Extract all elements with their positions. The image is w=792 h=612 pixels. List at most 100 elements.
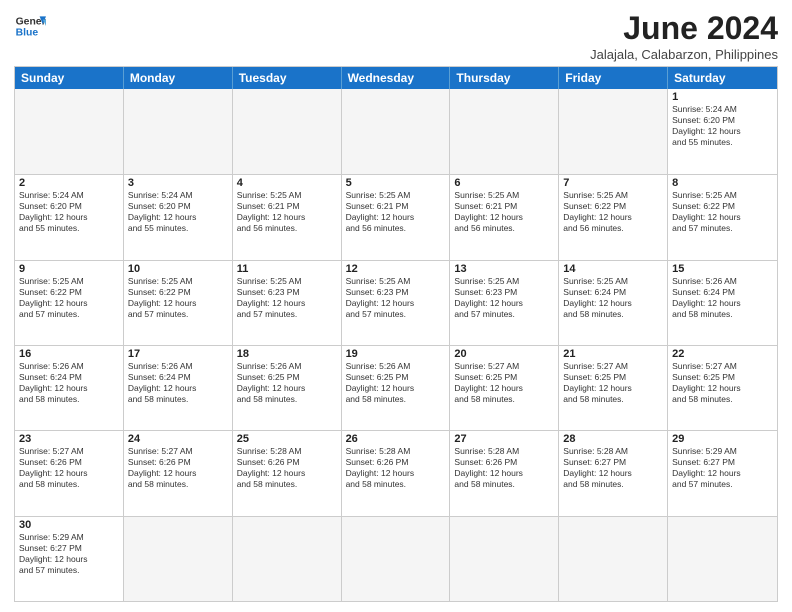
day-cell: 23Sunrise: 5:27 AM Sunset: 6:26 PM Dayli… xyxy=(15,431,124,515)
day-cell: 16Sunrise: 5:26 AM Sunset: 6:24 PM Dayli… xyxy=(15,346,124,430)
day-number: 18 xyxy=(237,348,337,360)
day-cell xyxy=(233,517,342,601)
day-cell: 15Sunrise: 5:26 AM Sunset: 6:24 PM Dayli… xyxy=(668,261,777,345)
day-number: 9 xyxy=(19,263,119,275)
day-info: Sunrise: 5:25 AM Sunset: 6:23 PM Dayligh… xyxy=(346,276,446,320)
calendar: SundayMondayTuesdayWednesdayThursdayFrid… xyxy=(14,66,778,602)
day-info: Sunrise: 5:26 AM Sunset: 6:25 PM Dayligh… xyxy=(346,361,446,405)
header: General Blue June 2024 Jalajala, Calabar… xyxy=(14,10,778,62)
day-cell: 19Sunrise: 5:26 AM Sunset: 6:25 PM Dayli… xyxy=(342,346,451,430)
day-info: Sunrise: 5:25 AM Sunset: 6:24 PM Dayligh… xyxy=(563,276,663,320)
day-number: 12 xyxy=(346,263,446,275)
day-info: Sunrise: 5:24 AM Sunset: 6:20 PM Dayligh… xyxy=(128,190,228,234)
day-header-monday: Monday xyxy=(124,67,233,89)
title-block: June 2024 Jalajala, Calabarzon, Philippi… xyxy=(590,10,778,62)
day-header-thursday: Thursday xyxy=(450,67,559,89)
day-info: Sunrise: 5:25 AM Sunset: 6:23 PM Dayligh… xyxy=(237,276,337,320)
day-cell: 14Sunrise: 5:25 AM Sunset: 6:24 PM Dayli… xyxy=(559,261,668,345)
day-info: Sunrise: 5:28 AM Sunset: 6:26 PM Dayligh… xyxy=(346,446,446,490)
day-header-friday: Friday xyxy=(559,67,668,89)
day-info: Sunrise: 5:25 AM Sunset: 6:22 PM Dayligh… xyxy=(672,190,773,234)
day-number: 2 xyxy=(19,177,119,189)
day-info: Sunrise: 5:28 AM Sunset: 6:27 PM Dayligh… xyxy=(563,446,663,490)
day-number: 6 xyxy=(454,177,554,189)
day-header-saturday: Saturday xyxy=(668,67,777,89)
day-number: 10 xyxy=(128,263,228,275)
day-number: 3 xyxy=(128,177,228,189)
day-headers: SundayMondayTuesdayWednesdayThursdayFrid… xyxy=(15,67,777,89)
day-info: Sunrise: 5:27 AM Sunset: 6:25 PM Dayligh… xyxy=(563,361,663,405)
day-number: 17 xyxy=(128,348,228,360)
day-cell: 6Sunrise: 5:25 AM Sunset: 6:21 PM Daylig… xyxy=(450,175,559,259)
week-row: 9Sunrise: 5:25 AM Sunset: 6:22 PM Daylig… xyxy=(15,260,777,345)
day-cell: 3Sunrise: 5:24 AM Sunset: 6:20 PM Daylig… xyxy=(124,175,233,259)
day-number: 25 xyxy=(237,433,337,445)
logo: General Blue xyxy=(14,10,46,42)
day-number: 28 xyxy=(563,433,663,445)
day-cell: 27Sunrise: 5:28 AM Sunset: 6:26 PM Dayli… xyxy=(450,431,559,515)
day-info: Sunrise: 5:26 AM Sunset: 6:25 PM Dayligh… xyxy=(237,361,337,405)
day-info: Sunrise: 5:25 AM Sunset: 6:22 PM Dayligh… xyxy=(19,276,119,320)
day-info: Sunrise: 5:25 AM Sunset: 6:21 PM Dayligh… xyxy=(346,190,446,234)
day-cell: 24Sunrise: 5:27 AM Sunset: 6:26 PM Dayli… xyxy=(124,431,233,515)
day-cell: 20Sunrise: 5:27 AM Sunset: 6:25 PM Dayli… xyxy=(450,346,559,430)
day-number: 13 xyxy=(454,263,554,275)
day-cell: 11Sunrise: 5:25 AM Sunset: 6:23 PM Dayli… xyxy=(233,261,342,345)
day-cell: 29Sunrise: 5:29 AM Sunset: 6:27 PM Dayli… xyxy=(668,431,777,515)
page: General Blue June 2024 Jalajala, Calabar… xyxy=(0,0,792,612)
day-cell xyxy=(668,517,777,601)
day-number: 27 xyxy=(454,433,554,445)
day-cell: 17Sunrise: 5:26 AM Sunset: 6:24 PM Dayli… xyxy=(124,346,233,430)
day-number: 26 xyxy=(346,433,446,445)
day-cell: 21Sunrise: 5:27 AM Sunset: 6:25 PM Dayli… xyxy=(559,346,668,430)
day-cell xyxy=(342,89,451,174)
svg-text:Blue: Blue xyxy=(16,28,39,39)
day-cell: 18Sunrise: 5:26 AM Sunset: 6:25 PM Dayli… xyxy=(233,346,342,430)
day-number: 5 xyxy=(346,177,446,189)
day-info: Sunrise: 5:26 AM Sunset: 6:24 PM Dayligh… xyxy=(19,361,119,405)
day-cell: 28Sunrise: 5:28 AM Sunset: 6:27 PM Dayli… xyxy=(559,431,668,515)
day-number: 15 xyxy=(672,263,773,275)
subtitle: Jalajala, Calabarzon, Philippines xyxy=(590,47,778,62)
day-number: 20 xyxy=(454,348,554,360)
day-info: Sunrise: 5:27 AM Sunset: 6:26 PM Dayligh… xyxy=(128,446,228,490)
day-cell: 10Sunrise: 5:25 AM Sunset: 6:22 PM Dayli… xyxy=(124,261,233,345)
day-cell xyxy=(233,89,342,174)
day-cell xyxy=(124,89,233,174)
day-info: Sunrise: 5:25 AM Sunset: 6:22 PM Dayligh… xyxy=(128,276,228,320)
day-header-sunday: Sunday xyxy=(15,67,124,89)
day-info: Sunrise: 5:26 AM Sunset: 6:24 PM Dayligh… xyxy=(672,276,773,320)
day-info: Sunrise: 5:24 AM Sunset: 6:20 PM Dayligh… xyxy=(672,104,773,148)
week-row: 30Sunrise: 5:29 AM Sunset: 6:27 PM Dayli… xyxy=(15,516,777,601)
day-header-tuesday: Tuesday xyxy=(233,67,342,89)
day-cell: 5Sunrise: 5:25 AM Sunset: 6:21 PM Daylig… xyxy=(342,175,451,259)
day-cell: 1Sunrise: 5:24 AM Sunset: 6:20 PM Daylig… xyxy=(668,89,777,174)
day-cell: 22Sunrise: 5:27 AM Sunset: 6:25 PM Dayli… xyxy=(668,346,777,430)
day-info: Sunrise: 5:29 AM Sunset: 6:27 PM Dayligh… xyxy=(672,446,773,490)
day-number: 19 xyxy=(346,348,446,360)
day-cell xyxy=(450,517,559,601)
day-number: 16 xyxy=(19,348,119,360)
main-title: June 2024 xyxy=(590,10,778,47)
day-cell: 2Sunrise: 5:24 AM Sunset: 6:20 PM Daylig… xyxy=(15,175,124,259)
day-cell: 12Sunrise: 5:25 AM Sunset: 6:23 PM Dayli… xyxy=(342,261,451,345)
day-cell xyxy=(559,89,668,174)
day-info: Sunrise: 5:27 AM Sunset: 6:25 PM Dayligh… xyxy=(672,361,773,405)
day-number: 14 xyxy=(563,263,663,275)
day-cell: 30Sunrise: 5:29 AM Sunset: 6:27 PM Dayli… xyxy=(15,517,124,601)
day-number: 22 xyxy=(672,348,773,360)
day-info: Sunrise: 5:29 AM Sunset: 6:27 PM Dayligh… xyxy=(19,532,119,576)
day-cell xyxy=(342,517,451,601)
calendar-body: 1Sunrise: 5:24 AM Sunset: 6:20 PM Daylig… xyxy=(15,89,777,601)
day-info: Sunrise: 5:28 AM Sunset: 6:26 PM Dayligh… xyxy=(237,446,337,490)
day-info: Sunrise: 5:27 AM Sunset: 6:26 PM Dayligh… xyxy=(19,446,119,490)
day-cell: 7Sunrise: 5:25 AM Sunset: 6:22 PM Daylig… xyxy=(559,175,668,259)
day-info: Sunrise: 5:25 AM Sunset: 6:21 PM Dayligh… xyxy=(237,190,337,234)
day-info: Sunrise: 5:25 AM Sunset: 6:22 PM Dayligh… xyxy=(563,190,663,234)
day-number: 1 xyxy=(672,91,773,103)
week-row: 2Sunrise: 5:24 AM Sunset: 6:20 PM Daylig… xyxy=(15,174,777,259)
day-info: Sunrise: 5:24 AM Sunset: 6:20 PM Dayligh… xyxy=(19,190,119,234)
day-info: Sunrise: 5:25 AM Sunset: 6:23 PM Dayligh… xyxy=(454,276,554,320)
day-number: 11 xyxy=(237,263,337,275)
week-row: 23Sunrise: 5:27 AM Sunset: 6:26 PM Dayli… xyxy=(15,430,777,515)
